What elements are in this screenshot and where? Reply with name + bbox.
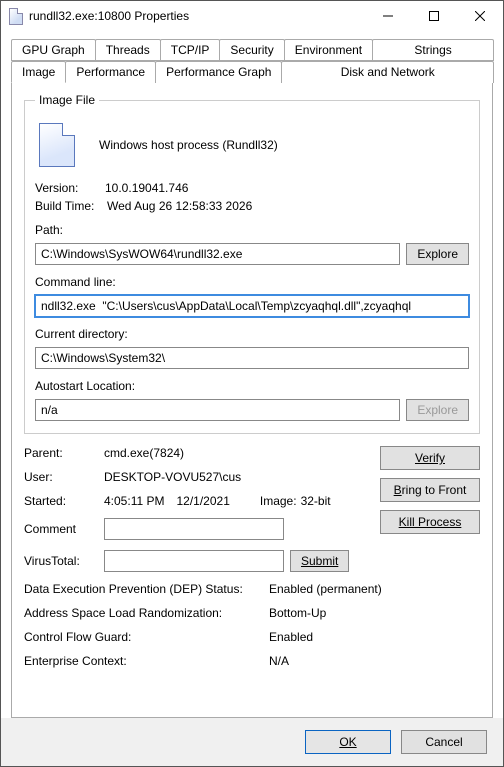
tab-performance-graph[interactable]: Performance Graph bbox=[155, 61, 282, 83]
tab-strings[interactable]: Strings bbox=[372, 39, 494, 61]
file-icon bbox=[9, 8, 23, 25]
tab-threads[interactable]: Threads bbox=[95, 39, 161, 61]
user-value: DESKTOP-VOVU527\cus bbox=[104, 470, 241, 484]
titlebar: rundll32.exe:10800 Properties bbox=[1, 1, 503, 31]
close-button[interactable] bbox=[457, 1, 503, 31]
explore-path-button[interactable]: Explore bbox=[406, 243, 469, 265]
ent-value: N/A bbox=[269, 654, 289, 668]
buildtime-label: Build Time: bbox=[35, 199, 107, 213]
dep-label: Data Execution Prevention (DEP) Status: bbox=[24, 582, 269, 596]
virustotal-input[interactable] bbox=[104, 550, 284, 572]
dialog-footer: OK Cancel bbox=[1, 718, 503, 766]
maximize-button[interactable] bbox=[411, 1, 457, 31]
image-bits-value: 32-bit bbox=[301, 494, 331, 508]
tab-disk-network[interactable]: Disk and Network bbox=[281, 61, 494, 83]
path-input[interactable] bbox=[35, 243, 400, 265]
image-file-group: Image File Windows host process (Rundll3… bbox=[24, 93, 480, 434]
curdir-label: Current directory: bbox=[35, 327, 469, 341]
aslr-value: Bottom-Up bbox=[269, 606, 326, 620]
minimize-button[interactable] bbox=[365, 1, 411, 31]
path-label: Path: bbox=[35, 223, 469, 237]
tab-tcpip[interactable]: TCP/IP bbox=[160, 39, 221, 61]
aslr-label: Address Space Load Randomization: bbox=[24, 606, 269, 620]
version-label: Version: bbox=[35, 181, 105, 195]
comment-input[interactable] bbox=[104, 518, 284, 540]
kill-process-button[interactable]: Kill Process bbox=[380, 510, 480, 534]
ok-button[interactable]: OK bbox=[305, 730, 391, 754]
tab-security[interactable]: Security bbox=[219, 39, 284, 61]
image-bits-label: Image: bbox=[260, 494, 297, 508]
tab-gpu-graph[interactable]: GPU Graph bbox=[11, 39, 96, 61]
user-label: User: bbox=[24, 470, 104, 484]
autostart-label: Autostart Location: bbox=[35, 379, 469, 393]
curdir-input[interactable] bbox=[35, 347, 469, 369]
started-label: Started: bbox=[24, 494, 104, 508]
cancel-button[interactable]: Cancel bbox=[401, 730, 487, 754]
comment-label: Comment bbox=[24, 522, 104, 536]
tab-strip: GPU Graph Threads TCP/IP Security Enviro… bbox=[11, 39, 493, 83]
tab-performance[interactable]: Performance bbox=[65, 61, 156, 83]
submit-button[interactable]: Submit bbox=[290, 550, 349, 572]
process-description: Windows host process (Rundll32) bbox=[99, 138, 278, 152]
autostart-input[interactable] bbox=[35, 399, 400, 421]
virustotal-label: VirusTotal: bbox=[24, 554, 104, 568]
parent-value: cmd.exe(7824) bbox=[104, 446, 184, 460]
cfg-label: Control Flow Guard: bbox=[24, 630, 269, 644]
parent-label: Parent: bbox=[24, 446, 104, 460]
started-time: 4:05:11 PM bbox=[104, 494, 164, 508]
verify-button[interactable]: Verify bbox=[380, 446, 480, 470]
cfg-value: Enabled bbox=[269, 630, 313, 644]
bring-to-front-button[interactable]: Bring to Front bbox=[380, 478, 480, 502]
file-big-icon bbox=[39, 123, 75, 167]
tab-environment[interactable]: Environment bbox=[284, 39, 373, 61]
cmdline-input[interactable] bbox=[35, 295, 469, 317]
started-date: 12/1/2021 bbox=[176, 494, 229, 508]
explore-autostart-button: Explore bbox=[406, 399, 469, 421]
cmdline-label: Command line: bbox=[35, 275, 469, 289]
window-title: rundll32.exe:10800 Properties bbox=[29, 9, 365, 23]
dep-value: Enabled (permanent) bbox=[269, 582, 382, 596]
version-value: 10.0.19041.746 bbox=[105, 181, 188, 195]
tab-image[interactable]: Image bbox=[11, 61, 66, 83]
buildtime-value: Wed Aug 26 12:58:33 2026 bbox=[107, 199, 252, 213]
tab-body-image: Image File Windows host process (Rundll3… bbox=[11, 82, 493, 718]
image-file-legend: Image File bbox=[35, 93, 99, 107]
ent-label: Enterprise Context: bbox=[24, 654, 269, 668]
